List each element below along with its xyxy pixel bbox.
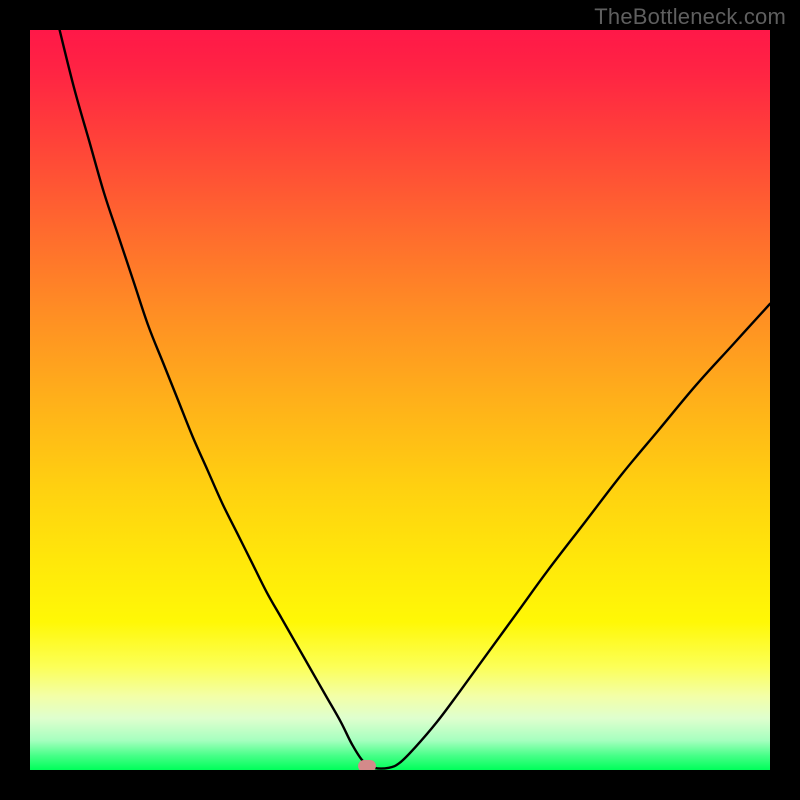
curve-layer xyxy=(30,30,770,770)
watermark-text: TheBottleneck.com xyxy=(594,4,786,30)
chart-frame: TheBottleneck.com xyxy=(0,0,800,800)
optimum-marker xyxy=(358,760,376,770)
bottleneck-curve-path xyxy=(60,30,770,769)
plot-area xyxy=(30,30,770,770)
